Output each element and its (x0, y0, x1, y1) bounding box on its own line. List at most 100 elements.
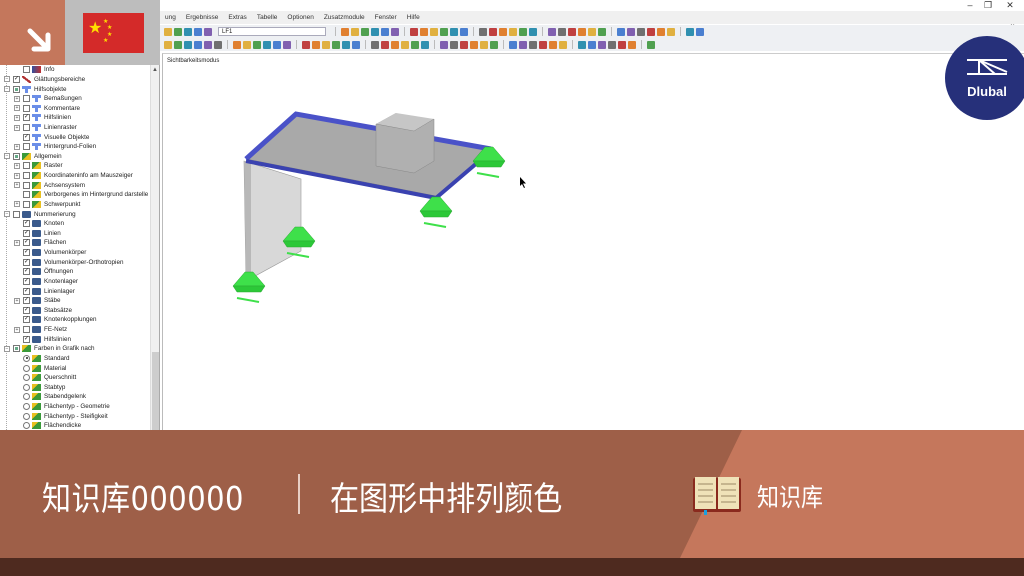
toolbar-icon[interactable] (352, 40, 360, 49)
tree-item[interactable]: Stabtyp (14, 382, 65, 392)
toolbar-icon[interactable] (519, 27, 527, 36)
toolbar-icon[interactable] (233, 40, 241, 49)
radio-button[interactable] (23, 374, 30, 382)
toolbar-icon[interactable] (499, 27, 507, 36)
expand-toggle[interactable]: + (14, 114, 20, 121)
tree-item[interactable]: − Nummerierung (4, 209, 76, 219)
checkbox[interactable]: ✓ (23, 297, 30, 305)
checkbox[interactable] (23, 326, 30, 334)
checkbox[interactable]: ✓ (23, 258, 30, 266)
toolbar-icon[interactable] (184, 40, 192, 49)
toolbar-icon[interactable] (588, 40, 596, 49)
toolbar-icon[interactable] (450, 40, 458, 49)
load-case-select[interactable]: LF1 (218, 27, 326, 36)
checkbox[interactable] (23, 191, 30, 199)
toolbar-icon[interactable] (312, 40, 320, 49)
tree-item[interactable]: + Hintergrund-Folien (14, 142, 96, 152)
menu-item[interactable]: Optionen (287, 14, 313, 21)
expand-toggle[interactable]: + (14, 124, 20, 131)
graphics-viewport[interactable]: Sichtbarkeitsmodus (162, 53, 1024, 430)
checkbox[interactable]: ✓ (23, 133, 30, 141)
toolbar-icon[interactable] (559, 40, 567, 49)
toolbar-icon[interactable] (302, 40, 310, 49)
toolbar-icon[interactable] (322, 40, 330, 49)
checkbox[interactable]: ✓ (23, 335, 30, 343)
toolbar-icon[interactable] (164, 27, 172, 36)
tree-item[interactable]: − Farben in Grafik nach (4, 344, 95, 354)
toolbar-icon[interactable] (460, 27, 468, 36)
toolbar-icon[interactable] (637, 27, 645, 36)
toolbar-icon[interactable] (450, 27, 458, 36)
radio-button[interactable] (23, 364, 30, 372)
toolbar-icon[interactable] (628, 40, 636, 49)
toolbar-icon[interactable] (686, 27, 694, 36)
checkbox[interactable]: ✓ (23, 268, 30, 276)
tree-item[interactable]: + Schwerpunkt (14, 200, 80, 210)
checkbox[interactable] (23, 162, 30, 170)
expand-toggle[interactable]: − (4, 345, 10, 352)
toolbar-icon[interactable] (341, 27, 349, 36)
checkbox[interactable] (13, 85, 20, 93)
toolbar-icon[interactable] (490, 40, 498, 49)
tree-item[interactable]: Flächentyp - Steifigkeit (14, 411, 108, 421)
tree-item[interactable]: Info (14, 65, 55, 75)
toolbar-icon[interactable] (470, 40, 478, 49)
tree-scrollbar[interactable]: ▲ (150, 65, 159, 430)
toolbar-icon[interactable] (529, 40, 537, 49)
toolbar-icon[interactable] (371, 27, 379, 36)
toolbar-icon[interactable] (568, 27, 576, 36)
toolbar-icon[interactable] (608, 40, 616, 49)
tree-item[interactable]: Flächentyp - Geometrie (14, 402, 110, 412)
radio-button[interactable] (23, 354, 30, 362)
toolbar-icon[interactable] (214, 40, 222, 49)
checkbox[interactable]: ✓ (23, 229, 30, 237)
toolbar-icon[interactable] (342, 40, 350, 49)
toolbar-icon[interactable] (529, 27, 537, 36)
checkbox[interactable]: ✓ (23, 114, 30, 122)
toolbar-icon[interactable] (184, 27, 192, 36)
menu-item[interactable]: ung (165, 14, 176, 21)
checkbox[interactable] (23, 95, 30, 103)
tree-item[interactable]: − Hilfsobjekte (4, 84, 67, 94)
menu-item[interactable]: Hilfe (407, 14, 420, 21)
toolbar-icon[interactable] (174, 40, 182, 49)
checkbox[interactable] (13, 152, 20, 160)
checkbox[interactable]: ✓ (23, 239, 30, 247)
toolbar-icon[interactable] (361, 27, 369, 36)
toolbar-icon[interactable] (657, 27, 665, 36)
tree-item[interactable]: + FE-Netz (14, 325, 67, 335)
radio-button[interactable] (23, 393, 30, 401)
checkbox[interactable] (23, 200, 30, 208)
tree-item[interactable]: Querschnitt (14, 373, 76, 383)
toolbar-icon[interactable] (548, 27, 556, 36)
toolbar-icon[interactable] (253, 40, 261, 49)
tree-item[interactable]: + Linienraster (14, 123, 77, 133)
tree-item[interactable]: − ✓ Glättungsbereiche (4, 75, 85, 85)
toolbar-icon[interactable] (381, 27, 389, 36)
toolbar-icon[interactable] (549, 40, 557, 49)
expand-toggle[interactable]: − (4, 153, 10, 160)
toolbar-icon[interactable] (421, 40, 429, 49)
tree-item[interactable]: + Bemaßungen (14, 94, 82, 104)
toolbar-icon[interactable] (489, 27, 497, 36)
tree-item[interactable]: ✓ Linien (14, 229, 61, 239)
toolbar-icon[interactable] (164, 40, 172, 49)
toolbar-icon[interactable] (460, 40, 468, 49)
toolbar-icon[interactable] (371, 40, 379, 49)
tree-item[interactable]: + ✓ Hilfslinien (14, 113, 71, 123)
tree-item[interactable]: ✓ Volumenkörper (14, 248, 86, 258)
toolbar-icon[interactable] (618, 40, 626, 49)
checkbox[interactable] (23, 181, 30, 189)
toolbar-icon[interactable] (174, 27, 182, 36)
tree-item[interactable]: + ✓ Stäbe (14, 296, 60, 306)
tree-item[interactable]: + Kommentare (14, 103, 80, 113)
radio-button[interactable] (23, 383, 30, 391)
expand-toggle[interactable]: + (14, 95, 20, 102)
toolbar-icon[interactable] (351, 27, 359, 36)
toolbar-icon[interactable] (647, 27, 655, 36)
checkbox[interactable]: ✓ (23, 277, 30, 285)
toolbar-icon[interactable] (401, 40, 409, 49)
checkbox[interactable] (23, 124, 30, 132)
checkbox[interactable] (23, 66, 30, 74)
toolbar-icon[interactable] (440, 27, 448, 36)
